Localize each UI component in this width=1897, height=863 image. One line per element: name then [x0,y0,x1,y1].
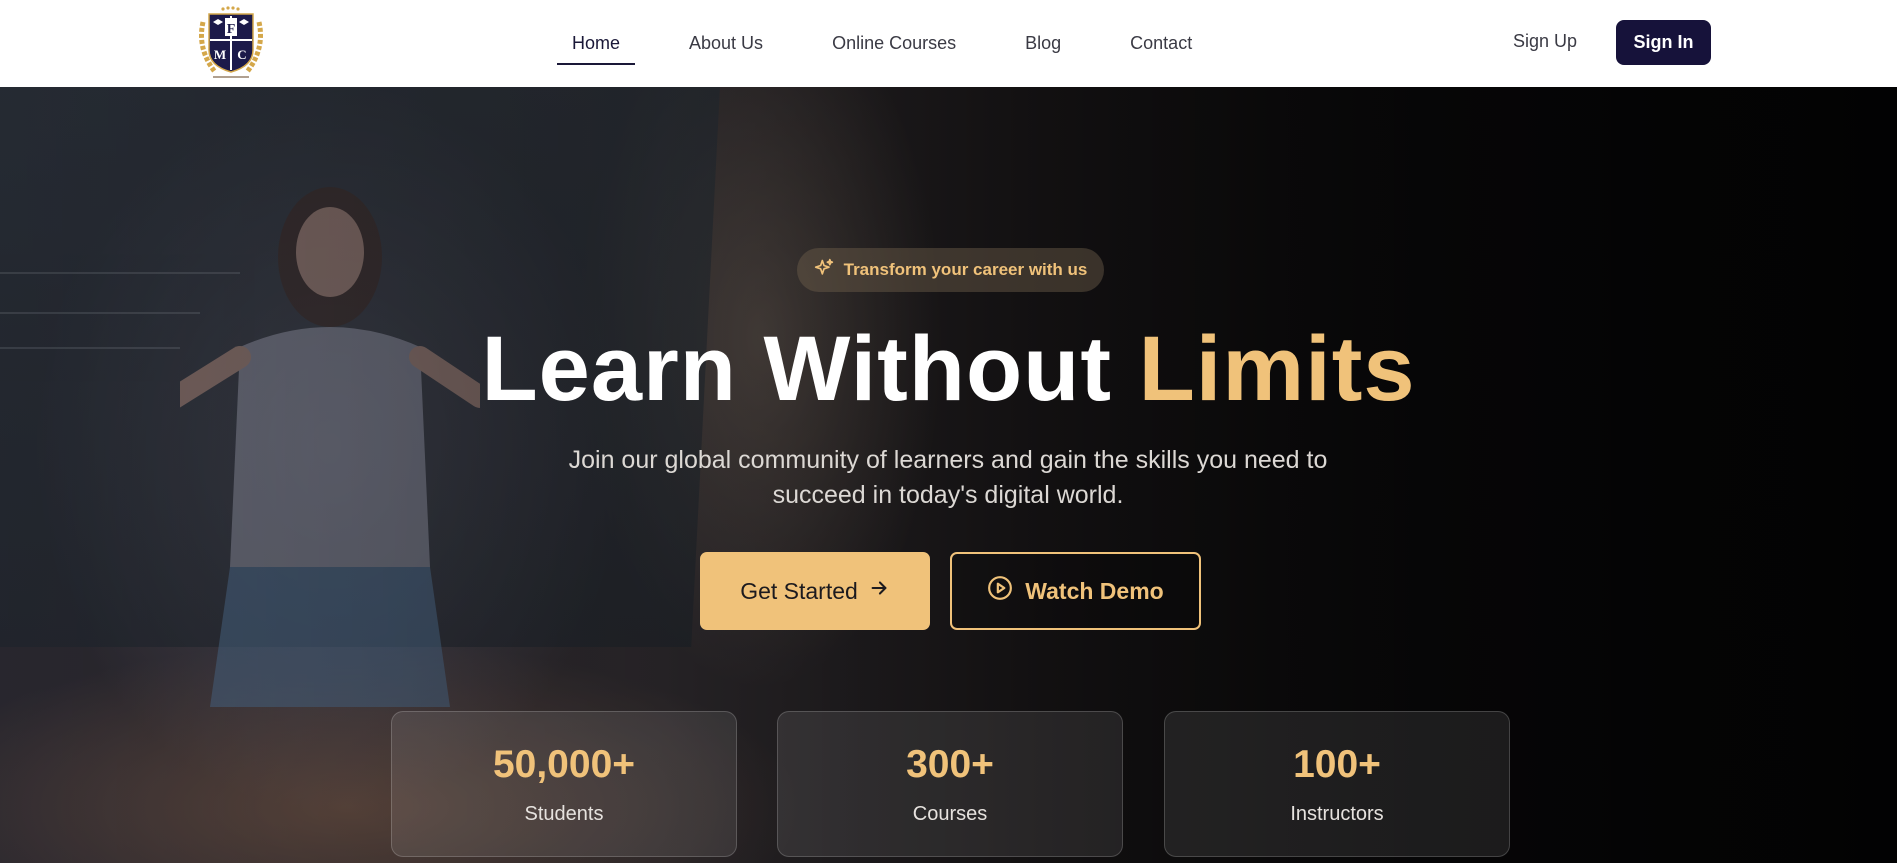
stat-card-courses: 300+ Courses [777,711,1123,857]
stat-value: 50,000+ [492,742,636,786]
hero-badge-text: Transform your career with us [843,260,1088,279]
hero-section: Transform your career with us Learn With… [0,87,1897,863]
hero-title-main: Learn Without [481,318,1113,420]
stat-label: Courses [912,802,988,825]
nav-online-courses[interactable]: Online Courses [817,25,971,62]
stat-card-instructors: 100+ Instructors [1164,711,1510,857]
sign-up-link[interactable]: Sign Up [1513,31,1577,52]
logo-letter-c: C [237,47,246,62]
get-started-button[interactable]: Get Started [700,552,930,630]
brand-logo[interactable]: F M C [193,4,269,82]
hero-title: Learn Without Limits [0,317,1897,422]
stat-value: 300+ [906,742,994,786]
nav-about-us[interactable]: About Us [674,25,778,62]
navbar: F M C Home About Us Online Courses Blog … [0,0,1897,87]
logo-letter-m: M [214,47,226,62]
nav-contact[interactable]: Contact [1115,25,1207,62]
sign-in-button[interactable]: Sign In [1616,20,1711,65]
get-started-label: Get Started [740,577,858,604]
play-circle-icon [987,575,1013,607]
stat-label: Students [524,802,604,825]
sparkles-icon [814,258,834,283]
stat-label: Instructors [1290,802,1384,825]
arrow-right-icon [868,577,890,605]
hero-title-accent: Limits [1138,318,1416,420]
watch-demo-button[interactable]: Watch Demo [950,552,1201,630]
hero-badge: Transform your career with us [797,248,1104,292]
nav-home[interactable]: Home [557,25,636,65]
logo-letter-f: F [227,22,236,37]
stat-value: 100+ [1293,742,1381,786]
hero-subtitle: Join our global community of learners an… [568,446,1328,509]
stat-card-students: 50,000+ Students [391,711,737,857]
watch-demo-label: Watch Demo [1025,577,1164,604]
nav-blog[interactable]: Blog [1010,25,1076,62]
main-nav: Home About Us Online Courses Blog Contac… [557,0,1246,87]
